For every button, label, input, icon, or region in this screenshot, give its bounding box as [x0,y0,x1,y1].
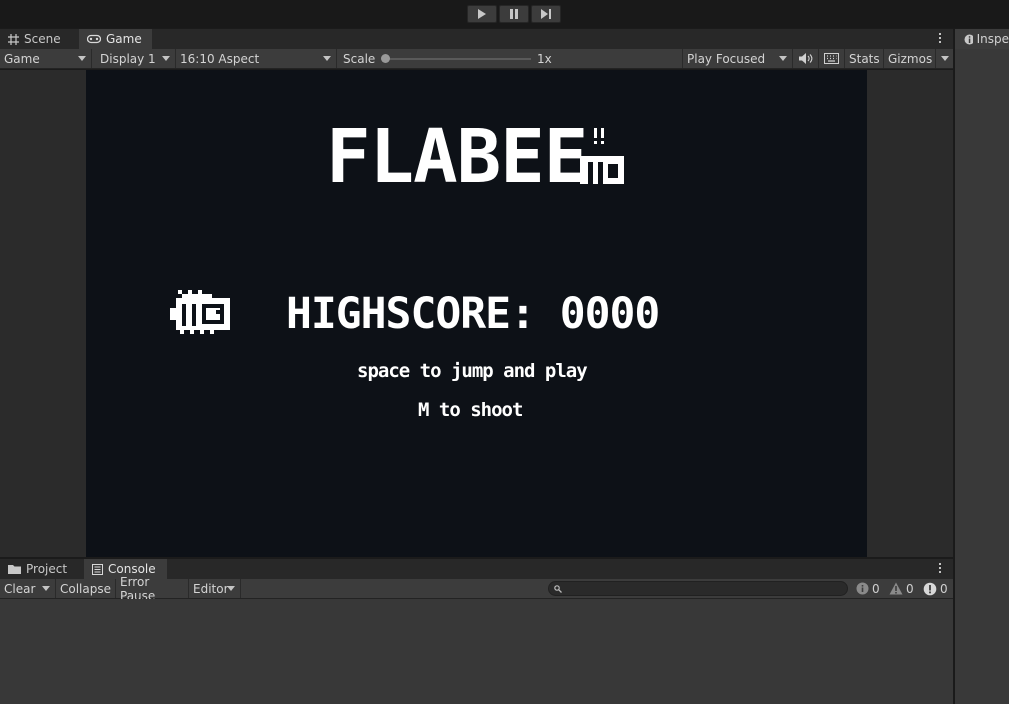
play-toolbar [0,0,1009,28]
mute-audio-button[interactable] [793,49,819,68]
clear-label: Clear [4,581,36,596]
step-button[interactable] [531,5,561,23]
play-mode-dropdown[interactable]: Play Focused [683,49,793,68]
hint-jump-text: space to jump and play [357,360,588,382]
highscore-text: HIGHSCORE: 0000 [286,289,660,339]
view-tab-strip: Scene Game [0,29,953,49]
gamepad-icon [87,34,101,44]
tab-inspector-label: Inspe [976,32,1009,46]
editor-label: Editor [193,581,229,596]
play-button[interactable] [467,5,497,23]
console-search-input[interactable] [548,581,848,596]
console-log-area[interactable] [0,599,953,704]
tab-project-label: Project [26,562,68,576]
stats-button[interactable]: Stats [845,49,884,68]
chevron-down-icon [323,56,331,61]
chevron-down-icon [779,56,787,61]
display-dropdown[interactable]: Display 1 [96,49,176,68]
chevron-down-icon [162,56,170,61]
info-count-toggle[interactable]: 0 [856,579,880,598]
speaker-icon [798,53,812,64]
pause-icon [510,9,518,19]
warning-count-toggle[interactable]: 0 [889,579,914,598]
more-options-icon[interactable] [938,33,942,43]
scale-slider-handle[interactable] [381,54,390,63]
hint-shoot-text: M to shoot [418,399,523,421]
search-icon [554,585,562,593]
bee-title-icon [580,128,624,184]
tab-game[interactable]: Game [79,29,152,49]
tab-project[interactable]: Project [0,559,80,579]
console-icon [92,563,103,575]
game-toolbar: Game Display 1 16:10 Aspect Scale 1x Pla… [0,49,953,69]
tab-inspector[interactable]: Inspe [955,29,1009,49]
grid-icon [8,33,19,45]
error-icon [923,582,937,595]
step-icon [541,9,551,19]
warning-icon [889,582,903,595]
scale-label: Scale [343,51,376,66]
aspect-dropdown[interactable]: 16:10 Aspect [176,49,337,68]
keyboard-icon [824,53,839,64]
tab-scene[interactable]: Scene [0,29,78,49]
gizmos-dropdown[interactable] [936,49,953,68]
scale-slider-track[interactable] [385,58,531,60]
pause-button[interactable] [499,5,529,23]
game-screen[interactable]: FLABEE HIGHSCORE: 0000 space to jump and… [86,70,867,557]
scale-control: Scale 1x [339,49,683,68]
chevron-down-icon [78,56,86,61]
tab-game-label: Game [106,32,142,46]
inspector-panel [954,29,1009,704]
view-mode-dropdown[interactable]: Game [0,49,92,68]
editor-dropdown[interactable]: Editor [189,579,241,598]
chevron-down-icon [227,586,235,591]
clear-button[interactable]: Clear [0,579,56,598]
bee-player-icon [170,290,230,334]
error-count-toggle[interactable]: 0 [923,579,948,598]
play-mode-value: Play Focused [687,51,766,66]
console-toolbar: Clear Collapse Error Pause Editor 0 0 0 [0,575,953,603]
keyboard-shortcuts-button[interactable] [819,49,845,68]
warning-count: 0 [906,581,914,596]
folder-icon [8,564,21,574]
collapse-button[interactable]: Collapse [56,579,116,598]
error-count: 0 [940,581,948,596]
info-count: 0 [872,581,880,596]
display-value: Display 1 [100,51,156,66]
aspect-value: 16:10 Aspect [180,51,260,66]
gizmos-button[interactable]: Gizmos [884,49,936,68]
scale-value: 1x [537,51,552,66]
info-icon [964,34,973,44]
chevron-down-icon [941,56,949,61]
chevron-down-icon [42,586,50,591]
gizmos-label: Gizmos [888,51,933,66]
play-icon [478,9,486,19]
stats-label: Stats [849,51,880,66]
game-title: FLABEE [326,114,588,200]
more-options-icon[interactable] [938,563,942,573]
view-mode-value: Game [4,51,40,66]
collapse-label: Collapse [60,581,111,596]
tab-scene-label: Scene [24,32,61,46]
error-pause-button[interactable]: Error Pause [116,575,189,603]
info-message-icon [856,582,869,595]
